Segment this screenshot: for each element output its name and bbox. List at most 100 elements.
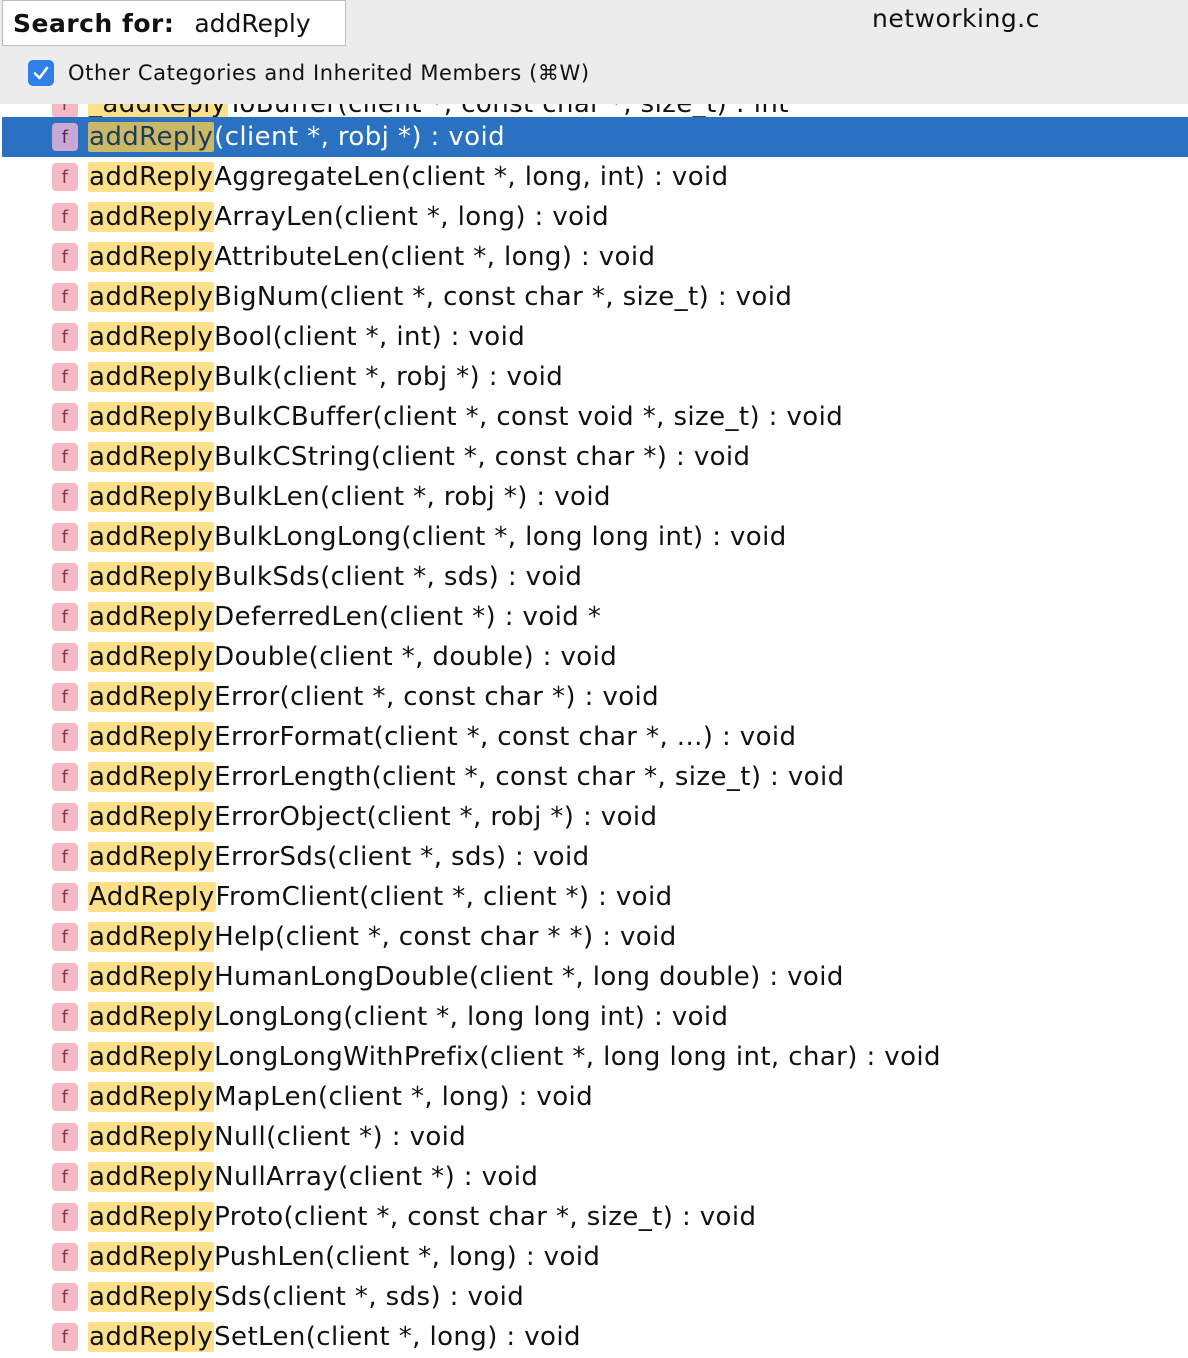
function-icon: f [52, 563, 78, 591]
function-signature: Proto(client *, const char *, size_t) : … [214, 1202, 757, 1232]
match-highlight: addReply [88, 1242, 215, 1272]
file-name: networking.c [872, 4, 1040, 33]
function-icon: f [52, 1003, 78, 1031]
list-item[interactable]: f AddReply FromClient(client *, client *) … [2, 877, 1188, 917]
function-signature: DeferredLen(client *) : void * [214, 602, 602, 632]
function-icon: f [52, 603, 78, 631]
function-signature: ErrorFormat(client *, const char *, ...)… [214, 722, 797, 752]
list-item[interactable]: f addReply PushLen(client *, long) : void [2, 1237, 1188, 1277]
function-signature: BulkLongLong(client *, long long int) : … [214, 522, 787, 552]
function-icon: f [52, 1083, 78, 1111]
function-icon: f [52, 1203, 78, 1231]
list-item[interactable]: f addReply Double(client *, double) : void [2, 637, 1188, 677]
match-highlight: addReply [88, 322, 215, 352]
match-highlight: addReply [88, 1002, 215, 1032]
function-icon: f [52, 1163, 78, 1191]
checkmark-icon [33, 66, 49, 80]
list-item[interactable]: f addReply DeferredLen(client *) : void * [2, 597, 1188, 637]
function-signature: AttributeLen(client *, long) : void [214, 242, 656, 272]
function-signature: ArrayLen(client *, long) : void [214, 202, 610, 232]
list-item[interactable]: f addReply AggregateLen(client *, long, in… [2, 157, 1188, 197]
match-highlight: addReply [88, 282, 215, 312]
match-highlight: addReply [88, 402, 215, 432]
match-highlight: addReply [88, 242, 215, 272]
match-highlight: addReply [88, 162, 215, 192]
function-signature: Null(client *) : void [214, 1122, 467, 1152]
match-highlight: addReply [88, 1282, 215, 1312]
list-item[interactable]: f addReply LongLong(client *, long long in… [2, 997, 1188, 1037]
function-signature: Bool(client *, int) : void [214, 322, 526, 352]
list-item[interactable]: f addReply (client *, robj *) : void [2, 117, 1188, 157]
function-signature: SetLen(client *, long) : void [214, 1322, 581, 1352]
function-icon: f [52, 803, 78, 831]
function-icon: f [52, 723, 78, 751]
list-item[interactable]: f addReply BulkSds(client *, sds) : void [2, 557, 1188, 597]
match-highlight: addReply [88, 762, 215, 792]
list-item[interactable]: f addReply SetLen(client *, long) : void [2, 1317, 1188, 1357]
list-item[interactable]: f addReply MapLen(client *, long) : void [2, 1077, 1188, 1117]
function-icon: f [52, 283, 78, 311]
match-highlight: addReply [88, 1322, 215, 1352]
function-icon: f [52, 843, 78, 871]
function-icon: f [52, 203, 78, 231]
list-item[interactable]: f addReply BulkLongLong(client *, long lon… [2, 517, 1188, 557]
match-highlight: AddReply [88, 882, 216, 912]
list-item[interactable]: f addReply Null(client *) : void [2, 1117, 1188, 1157]
match-highlight: addReply [88, 1202, 215, 1232]
list-item[interactable]: f addReply BulkCBuffer(client *, const voi… [2, 397, 1188, 437]
match-highlight: addReply [88, 802, 215, 832]
list-item[interactable]: f addReply BulkLen(client *, robj *) : voi… [2, 477, 1188, 517]
match-highlight: addReply [88, 1122, 215, 1152]
function-icon: f [52, 763, 78, 791]
function-icon: f [52, 163, 78, 191]
list-item[interactable]: f addReply Bool(client *, int) : void [2, 317, 1188, 357]
list-item[interactable]: f addReply Sds(client *, sds) : void [2, 1277, 1188, 1317]
inherited-members-checkbox[interactable] [28, 60, 54, 86]
list-item[interactable]: f addReply ErrorLength(client *, const cha… [2, 757, 1188, 797]
function-icon: f [52, 883, 78, 911]
list-item[interactable]: f addReply ErrorObject(client *, robj *) :… [2, 797, 1188, 837]
list-item[interactable]: f addReply Bulk(client *, robj *) : void [2, 357, 1188, 397]
match-highlight: addReply [88, 1042, 215, 1072]
search-input[interactable]: addReply [194, 9, 310, 38]
list-item[interactable]: f addReply ErrorSds(client *, sds) : void [2, 837, 1188, 877]
match-highlight: addReply [88, 122, 215, 152]
list-item[interactable]: f addReply Error(client *, const char *) :… [2, 677, 1188, 717]
list-item[interactable]: f addReply AttributeLen(client *, long) : … [2, 237, 1188, 277]
function-signature: MapLen(client *, long) : void [214, 1082, 594, 1112]
list-item[interactable]: f addReply NullArray(client *) : void [2, 1157, 1188, 1197]
function-icon: f [52, 483, 78, 511]
match-highlight: addReply [88, 1082, 215, 1112]
function-signature: BulkSds(client *, sds) : void [214, 562, 583, 592]
function-icon: f [52, 443, 78, 471]
function-icon: f [52, 1123, 78, 1151]
list-item[interactable]: f addReply LongLongWithPrefix(client *, lo… [2, 1037, 1188, 1077]
list-item[interactable]: f addReply ArrayLen(client *, long) : void [2, 197, 1188, 237]
list-item[interactable]: f addReply Help(client *, const char * *) … [2, 917, 1188, 957]
list-item[interactable]: f addReply ErrorFormat(client *, const cha… [2, 717, 1188, 757]
search-field[interactable]: Search for: addReply [2, 0, 346, 46]
list-item[interactable]: f addReply Proto(client *, const char *, s… [2, 1197, 1188, 1237]
match-highlight: addReply [88, 562, 215, 592]
match-highlight: addReply [88, 722, 215, 752]
function-signature: PushLen(client *, long) : void [214, 1242, 601, 1272]
function-signature: LongLongWithPrefix(client *, long long i… [214, 1042, 941, 1072]
list-item[interactable]: f addReply HumanLongDouble(client *, long … [2, 957, 1188, 997]
function-icon: f [52, 1043, 78, 1071]
results-list[interactable]: f _addReply ToBuffer(client *, const cha… [2, 104, 1188, 1358]
inherited-members-label: Other Categories and Inherited Members (… [68, 61, 590, 85]
match-highlight: addReply [88, 482, 215, 512]
function-signature: ErrorSds(client *, sds) : void [214, 842, 590, 872]
match-highlight: addReply [88, 202, 215, 232]
search-label: Search for: [13, 8, 175, 38]
function-icon: f [52, 1283, 78, 1311]
function-signature: LongLong(client *, long long int) : void [214, 1002, 729, 1032]
match-highlight: addReply [88, 682, 215, 712]
match-highlight: addReply [88, 442, 215, 472]
inherited-members-option[interactable]: Other Categories and Inherited Members (… [28, 60, 590, 86]
function-signature: Help(client *, const char * *) : void [214, 922, 677, 952]
list-item[interactable]: f addReply BigNum(client *, const char *, … [2, 277, 1188, 317]
list-item[interactable]: f addReply BulkCString(client *, const cha… [2, 437, 1188, 477]
match-highlight: addReply [88, 1162, 215, 1192]
function-icon: f [52, 323, 78, 351]
